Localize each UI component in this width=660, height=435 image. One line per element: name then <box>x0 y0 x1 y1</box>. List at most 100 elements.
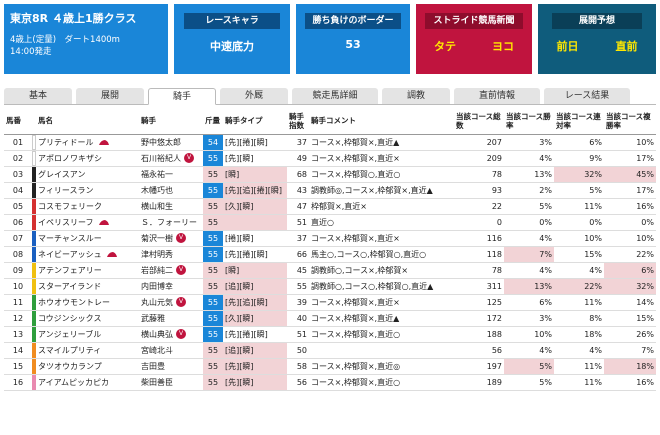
horse-name[interactable]: スマイルプリティ <box>38 346 101 355</box>
horse-name-cell[interactable]: アイアムピッカピカ <box>36 374 139 391</box>
table-row[interactable]: 10 スターアイランド 内田博幸 55 [追][瞬] 55 調教師○,コース○,枠郁賀○,直… <box>4 278 656 295</box>
horse-name[interactable]: ネイビーアッシュ <box>38 250 102 259</box>
jockey-cell[interactable]: 野中悠太郎 <box>139 134 203 151</box>
tab-chokuzen-joho[interactable]: 直前情報 <box>454 88 540 104</box>
course-show-rate: 32% <box>604 278 656 295</box>
jockey-cell[interactable]: 横山典弘 V <box>139 326 203 343</box>
table-row[interactable]: 03 グレイスアン 福永祐一 55 [瞬] 68 コース×,枠郁賀○,直近○ 78 13% 32%… <box>4 166 656 183</box>
horse-name-cell[interactable]: アポロノワキザシ <box>36 150 139 167</box>
table-row[interactable]: 09 アテンフェアリー 岩部純二 V 55 [瞬] 45 調教師○,コース×,枠郁賀× 78 4%… <box>4 262 656 279</box>
jockey-name[interactable]: 野中悠太郎 <box>141 138 181 147</box>
table-row[interactable]: 07 マーチャンスルー 菊沢一樹 V 55 [捲][瞬] 37 コース×,枠郁賀×,直近× 11… <box>4 230 656 247</box>
jockey-cell[interactable]: 内田博幸 <box>139 278 203 295</box>
jockey-cell[interactable]: 福永祐一 <box>139 166 203 183</box>
stride-tate-link[interactable]: タテ <box>434 38 456 54</box>
horse-name[interactable]: スターアイランド <box>38 282 101 291</box>
horse-name-cell[interactable]: マーチャンスルー <box>36 230 139 247</box>
jockey-cell[interactable]: 石川裕紀人 V <box>139 150 203 167</box>
jockey-cell[interactable]: 宮崎北斗 <box>139 342 203 359</box>
table-row[interactable]: 14 スマイルプリティ 宮崎北斗 55 [追][瞬] 50 56 4% 4% 7% <box>4 342 656 359</box>
tab-tenkai[interactable]: 展開 <box>76 88 144 104</box>
table-row[interactable]: 16 アイアムピッカピカ 柴田善臣 55 [先][瞬] 56 コース×,枠郁賀×,直近○ 18… <box>4 374 656 391</box>
tenkai-zenjitsu-link[interactable]: 前日 <box>557 38 579 54</box>
weight-value: 55 <box>207 265 219 275</box>
tab-chokyo[interactable]: 調教 <box>382 88 450 104</box>
tenkai-chokuzen-link[interactable]: 直前 <box>616 38 638 54</box>
horse-name-cell[interactable]: タツオウカランプ <box>36 358 139 375</box>
horse-name-cell[interactable]: アテンフェアリー <box>36 262 139 279</box>
table-row[interactable]: 05 コスモフェリーク 横山和生 55 [久][瞬] 47 枠郁賀×,直近× 22 5% 11% 1… <box>4 198 656 215</box>
jockey-name[interactable]: 横山和生 <box>141 202 173 211</box>
horse-name-cell[interactable]: ネイビーアッシュ <box>36 246 139 263</box>
table-row[interactable]: 15 タツオウカランプ 吉田豊 55 [先][瞬] 58 コース×,枠郁賀×,直近◎ 197 5… <box>4 358 656 375</box>
jockey-name[interactable]: 岩部純二 <box>141 266 173 275</box>
jockey-name[interactable]: 柴田善臣 <box>141 378 173 387</box>
horse-name[interactable]: ホウオウモントレー <box>38 298 110 307</box>
jockey-name[interactable]: 木幡巧也 <box>141 186 173 195</box>
jockey-cell[interactable]: 柴田善臣 <box>139 374 203 391</box>
jockey-name[interactable]: 福永祐一 <box>141 170 173 179</box>
table-row[interactable]: 12 コウジンシックス 武藤雅 55 [久][瞬] 40 コース×,枠郁賀×,直近▲ 172 3… <box>4 310 656 327</box>
jockey-cell[interactable]: 吉田豊 <box>139 358 203 375</box>
jockey-cell[interactable]: 菊沢一樹 V <box>139 230 203 247</box>
jockey-cell[interactable]: 岩部純二 V <box>139 262 203 279</box>
weight-value: 55 <box>207 217 219 227</box>
jockey-name[interactable]: 丸山元気 <box>141 298 173 307</box>
horse-name[interactable]: アテンフェアリー <box>38 266 102 275</box>
horse-name[interactable]: イペリスリーフ <box>38 218 94 227</box>
horse-name[interactable]: アイアムピッカピカ <box>38 378 109 387</box>
jockey-name[interactable]: 菊沢一樹 <box>141 234 173 243</box>
horse-name-cell[interactable]: コスモフェリーク <box>36 198 139 215</box>
table-row[interactable]: 08 ネイビーアッシュ 津村明秀 55 [先][捲][瞬] 66 馬主○,コース○,枠郁賀○… <box>4 246 656 263</box>
horse-name[interactable]: タツオウカランプ <box>38 362 102 371</box>
horse-name-cell[interactable]: フィリースラン <box>36 182 139 199</box>
tab-kishu[interactable]: 騎手 <box>148 88 216 105</box>
horse-name-cell[interactable]: スマイルプリティ <box>36 342 139 359</box>
jockey-name[interactable]: 宮崎北斗 <box>141 346 173 355</box>
horse-name[interactable]: アポロノワキザシ <box>38 154 102 163</box>
table-row[interactable]: 11 ホウオウモントレー 丸山元気 V 55 [先][追][瞬] 39 コース×,枠郁賀×,直… <box>4 294 656 311</box>
jockey-cell[interactable]: 横山和生 <box>139 198 203 215</box>
horse-name-cell[interactable]: プリティドール <box>36 134 139 151</box>
tab-race-kekka[interactable]: レース結果 <box>544 88 630 104</box>
jockey-name[interactable]: 武藤雅 <box>141 314 165 323</box>
table-row[interactable]: 04 フィリースラン 木幡巧也 55 [先][追][捲][瞬] 43 調教師◎,コース×,枠… <box>4 182 656 199</box>
jockey-comment: 調教師◎,コース×,枠郁賀×,直近▲ <box>309 182 454 199</box>
jockey-name[interactable]: Ｓ．フォーリー <box>141 218 197 227</box>
jockey-name[interactable]: 石川裕紀人 <box>141 154 181 163</box>
stride-yoko-link[interactable]: ヨコ <box>492 38 514 54</box>
jockey-name[interactable]: 吉田豊 <box>141 362 165 371</box>
table-row[interactable]: 06 イペリスリーフ Ｓ．フォーリー 55 51 直近○ 0 0% 0% 0% <box>4 214 656 231</box>
table-row[interactable]: 13 アンジェリーブル 横山典弘 V 55 [先][捲][瞬] 51 コース×,枠郁賀×,直近… <box>4 326 656 343</box>
horse-name[interactable]: アンジェリーブル <box>38 330 101 339</box>
horse-name-cell[interactable]: イペリスリーフ <box>36 214 139 231</box>
jockey-name[interactable]: 津村明秀 <box>141 250 173 259</box>
jockey-cell[interactable]: 木幡巧也 <box>139 182 203 199</box>
course-win-rate: 10% <box>504 326 554 343</box>
jockey-cell[interactable]: 丸山元気 V <box>139 294 203 311</box>
horse-name[interactable]: マーチャンスルー <box>38 234 102 243</box>
table-row[interactable]: 01 プリティドール 野中悠太郎 54 [先][捲][瞬] 37 コース×,枠郁賀×,直近▲… <box>4 134 656 151</box>
horse-name-cell[interactable]: スターアイランド <box>36 278 139 295</box>
horse-name[interactable]: グレイスアン <box>38 170 85 179</box>
jockey-cell[interactable]: 武藤雅 <box>139 310 203 327</box>
horse-name[interactable]: プリティドール <box>38 138 94 147</box>
jockey-cell[interactable]: 津村明秀 <box>139 246 203 263</box>
jockey-cell[interactable]: Ｓ．フォーリー <box>139 214 203 231</box>
horse-name-cell[interactable]: ホウオウモントレー <box>36 294 139 311</box>
horse-name-cell[interactable]: グレイスアン <box>36 166 139 183</box>
jockey-name[interactable]: 横山典弘 <box>141 330 173 339</box>
horse-name-cell[interactable]: アンジェリーブル <box>36 326 139 343</box>
horse-name[interactable]: コスモフェリーク <box>38 202 102 211</box>
tab-gaikyu[interactable]: 外厩 <box>220 88 288 104</box>
race-title: 東京8R ４歳上1勝クラス <box>10 12 137 25</box>
tab-kihon[interactable]: 基本 <box>4 88 72 104</box>
horse-name[interactable]: コウジンシックス <box>38 314 101 323</box>
horse-name[interactable]: フィリースラン <box>38 186 93 195</box>
horse-name-cell[interactable]: コウジンシックス <box>36 310 139 327</box>
tab-kyosoba-shosai[interactable]: 競走馬詳細 <box>292 88 378 104</box>
jockey-index: 50 <box>287 342 309 359</box>
jockey-name[interactable]: 内田博幸 <box>141 282 173 291</box>
table-row[interactable]: 02 アポロノワキザシ 石川裕紀人 V 55 [先][瞬] 49 コース×,枠郁賀×,直近× 2… <box>4 150 656 167</box>
jockey-index: 56 <box>287 374 309 391</box>
